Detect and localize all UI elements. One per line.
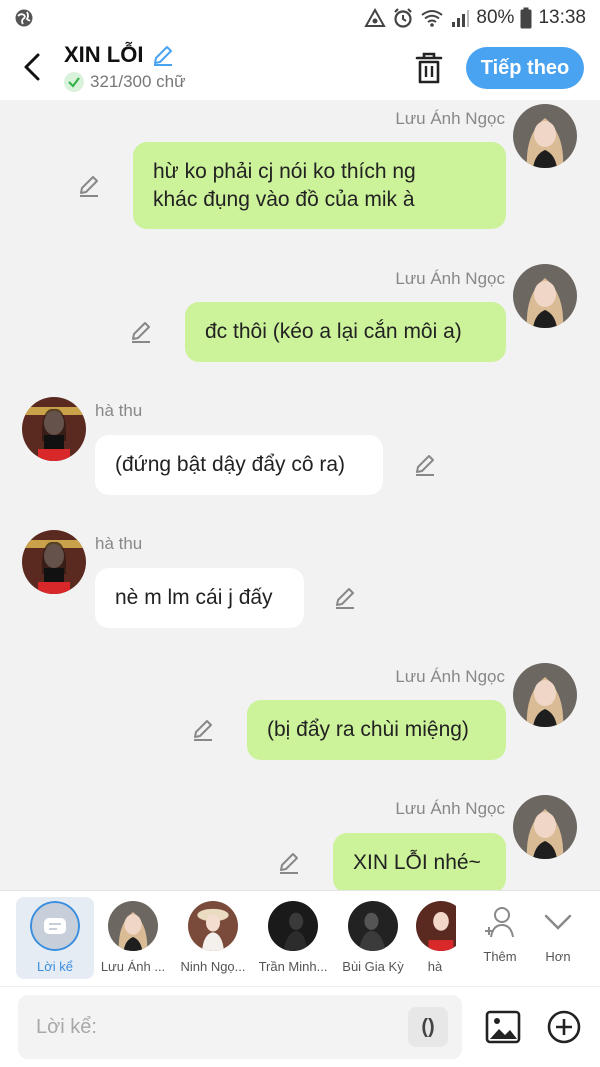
- character-narrator[interactable]: Lời kể: [16, 897, 94, 979]
- composer: (): [0, 986, 600, 1067]
- more-button[interactable]: Hơn: [528, 897, 588, 979]
- edit-icon[interactable]: [130, 320, 154, 344]
- globe-icon: [15, 9, 33, 27]
- clock: 13:38: [538, 7, 586, 28]
- check-icon: [64, 72, 84, 92]
- character-item[interactable]: Lưu Ánh ...: [94, 897, 172, 979]
- add-character-button[interactable]: Thêm: [470, 897, 530, 979]
- sender-name: Lưu Ánh Ngọc: [395, 109, 505, 128]
- wifi-icon: [421, 10, 444, 27]
- story-title[interactable]: XIN LỖI: [64, 42, 186, 68]
- edit-icon[interactable]: [334, 586, 358, 610]
- next-button[interactable]: Tiếp theo: [466, 47, 584, 89]
- message-bubble[interactable]: hừ ko phải cj nói ko thích ng khác đụng …: [133, 142, 506, 229]
- word-count-text: 321/300 chữ: [90, 72, 186, 91]
- avatar: [108, 901, 158, 951]
- edit-icon[interactable]: [78, 174, 102, 198]
- edit-icon[interactable]: [192, 718, 216, 742]
- character-selector: Lời kể Lưu Ánh ... Ninh Ngọ... Trần Minh…: [0, 890, 600, 986]
- character-label: Lưu Ánh ...: [100, 959, 166, 974]
- character-label: hà: [427, 959, 443, 974]
- avatar: [188, 901, 238, 951]
- edit-icon[interactable]: [278, 851, 302, 875]
- more-label: Hơn: [545, 949, 571, 964]
- top-app-bar: XIN LỖI 321/300 chữ Tiếp theo: [0, 36, 600, 100]
- character-label: Lời kể: [37, 959, 73, 974]
- sender-name: hà thu: [95, 534, 143, 553]
- avatar[interactable]: [22, 397, 86, 461]
- sender-name: Lưu Ánh Ngọc: [395, 799, 505, 818]
- chevron-down-icon: [544, 914, 572, 930]
- image-icon[interactable]: [485, 1009, 521, 1045]
- avatar: [268, 901, 318, 951]
- sender-name: Lưu Ánh Ngọc: [395, 269, 505, 288]
- sender-name: hà thu: [95, 401, 143, 420]
- character-item[interactable]: Bùi Gia Kỳ: [334, 897, 412, 979]
- plus-circle-icon[interactable]: [546, 1009, 582, 1045]
- avatar: [348, 901, 398, 951]
- message-bubble[interactable]: XIN LỖI nhé~: [333, 833, 506, 890]
- character-label: Bùi Gia Kỳ: [342, 959, 404, 974]
- trash-icon[interactable]: [412, 50, 446, 86]
- word-count: 321/300 chữ: [64, 72, 186, 92]
- character-label: Ninh Ngọ...: [180, 959, 246, 974]
- avatar[interactable]: [513, 663, 577, 727]
- character-label: Trần Minh...: [258, 959, 328, 974]
- story-title-text: XIN LỖI: [64, 42, 144, 67]
- title-block: XIN LỖI 321/300 chữ: [64, 42, 186, 92]
- parentheses-button[interactable]: (): [408, 1007, 448, 1047]
- sender-name: Lưu Ánh Ngọc: [395, 667, 505, 686]
- battery-icon: [520, 7, 532, 29]
- pencil-icon[interactable]: [151, 43, 175, 67]
- avatar[interactable]: [513, 104, 577, 168]
- character-item[interactable]: Ninh Ngọ...: [174, 897, 252, 979]
- message-bubble[interactable]: đc thôi (kéo a lại cắn môi a): [185, 302, 506, 362]
- avatar[interactable]: [22, 530, 86, 594]
- data-saver-icon: [364, 8, 387, 27]
- avatar[interactable]: [513, 795, 577, 859]
- add-person-icon: [485, 907, 514, 938]
- signal-icon: [452, 10, 470, 27]
- status-bar: 80% 13:38: [0, 0, 600, 36]
- battery-percent: 80%: [476, 7, 515, 28]
- narrator-icon: [30, 901, 80, 951]
- avatar[interactable]: [513, 264, 577, 328]
- character-item[interactable]: hà: [414, 897, 456, 979]
- message-input[interactable]: [18, 995, 462, 1059]
- edit-icon[interactable]: [414, 453, 438, 477]
- chat-area: Lưu Ánh Ngọc hừ ko phải cj nói ko thích …: [0, 100, 600, 890]
- back-arrow-icon[interactable]: [18, 50, 48, 84]
- add-character-label: Thêm: [483, 949, 517, 964]
- message-bubble[interactable]: nè m lm cái j đấy: [95, 568, 304, 628]
- avatar: [416, 901, 456, 951]
- message-bubble[interactable]: (bị đẩy ra chùi miệng): [247, 700, 506, 760]
- alarm-icon: [394, 8, 413, 28]
- message-bubble[interactable]: (đứng bật dậy đẩy cô ra): [95, 435, 383, 495]
- character-item[interactable]: Trần Minh...: [254, 897, 332, 979]
